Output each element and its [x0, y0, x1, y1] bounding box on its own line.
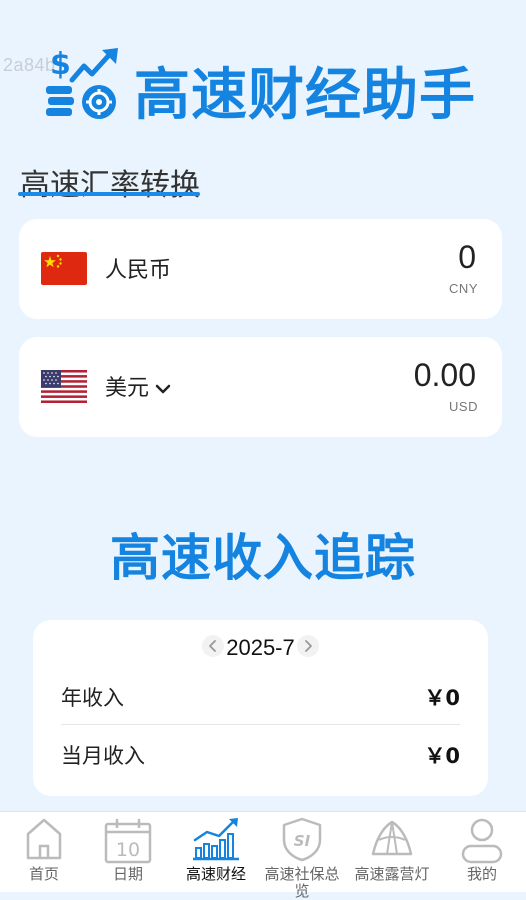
income-row-label: 年收入 [61, 686, 124, 710]
tab-label: 高速财经 [185, 865, 246, 883]
china-flag-icon [41, 252, 87, 285]
tab-label: 首页 [28, 865, 59, 883]
shield-icon: SI [282, 817, 322, 862]
currency-code-usd: USD [449, 399, 478, 414]
tab-label: 高速露营灯 [354, 865, 430, 883]
tab-label: 我的 [466, 865, 497, 883]
tab-finance[interactable]: 高速财经 [172, 812, 260, 892]
section-title-underline [18, 192, 200, 196]
tab-camping-lamp[interactable]: 高速露营灯 [348, 812, 436, 892]
amount-input-cny[interactable]: 0 [458, 239, 476, 276]
currency-code-cny: CNY [449, 281, 478, 296]
calendar-icon: 10 [104, 819, 152, 864]
user-icon [461, 818, 503, 864]
shield-icon-text: SI [294, 832, 311, 850]
income-tracking-heading: 高速收入追踪 [110, 529, 416, 587]
svg-text:$: $ [50, 47, 71, 82]
income-row-value: ￥0 [424, 744, 460, 768]
next-month-button[interactable] [296, 635, 319, 658]
tab-date[interactable]: 10 日期 [84, 812, 172, 892]
income-card: 2025-7 年收入 ￥0 当月收入 ￥0 [33, 620, 488, 796]
currency-card-usd[interactable]: 美元 0.00 USD [19, 337, 502, 437]
currency-card-cny[interactable]: 人民币 0 CNY [19, 219, 502, 319]
app-header: $ 高速财经助手 [44, 40, 484, 130]
home-icon [26, 818, 62, 860]
app-title: 高速财经助手 [134, 63, 476, 128]
income-row-year: 年收入 ￥0 [61, 668, 460, 725]
prev-month-button[interactable] [202, 635, 225, 658]
chevron-right-icon [304, 640, 312, 653]
tab-profile[interactable]: 我的 [438, 812, 526, 892]
tab-home[interactable]: 首页 [0, 812, 88, 892]
income-row-month: 当月收入 ￥0 [61, 726, 460, 782]
section-title-exchange: 高速汇率转换 [18, 160, 200, 204]
tent-icon [371, 820, 413, 856]
current-month: 2025-7 [226, 635, 295, 661]
income-row-value: ￥0 [424, 686, 460, 710]
amount-output-usd[interactable]: 0.00 [414, 357, 476, 394]
bottom-tab-bar: 首页 10 日期 高速财经 SI 高速社保总览 高速露营灯 我的 [0, 811, 526, 900]
calendar-icon-day: 10 [116, 839, 140, 861]
month-navigator: 2025-7 [33, 634, 488, 661]
finance-logo-icon: $ [46, 47, 118, 119]
chevron-down-icon [155, 384, 171, 394]
chevron-left-icon [209, 640, 217, 653]
tab-social-security[interactable]: SI 高速社保总览 [258, 812, 346, 900]
currency-name-cny: 人民币 [105, 258, 172, 283]
usa-flag-icon [41, 370, 87, 403]
income-row-label: 当月收入 [61, 744, 145, 768]
currency-select-usd[interactable]: 美元 [105, 370, 171, 402]
section-title-text: 高速汇率转换 [20, 168, 200, 203]
currency-name-usd: 美元 [105, 376, 150, 401]
tab-label: 日期 [112, 865, 143, 883]
growth-chart-icon [193, 818, 239, 861]
tab-label: 高速社保总览 [264, 865, 340, 900]
